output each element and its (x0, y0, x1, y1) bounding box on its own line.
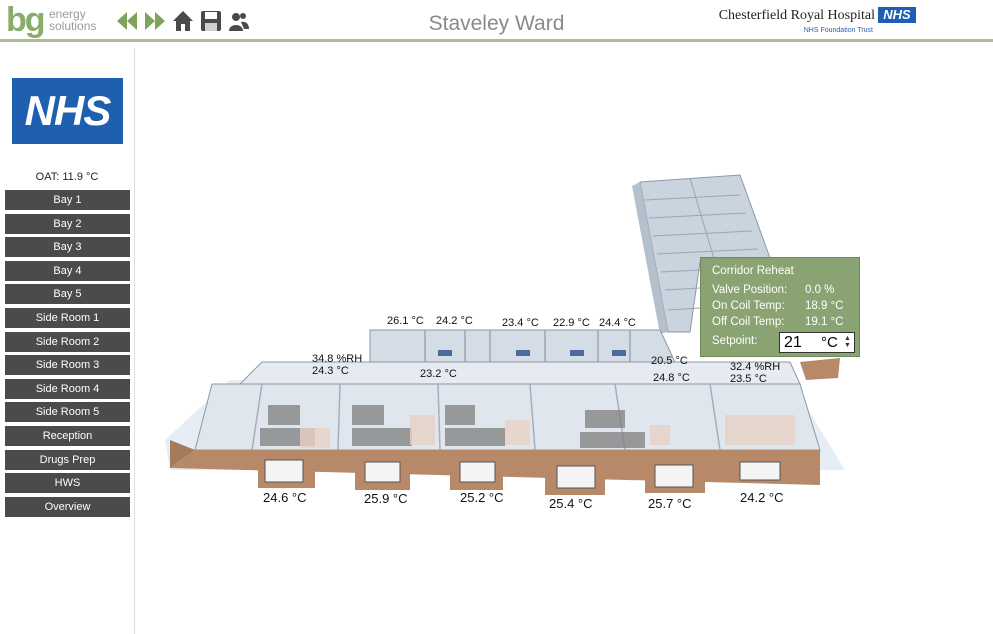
room-temp-rear-5: 24.4 °C (599, 317, 636, 329)
outside-air-temp: OAT: 11.9 °C (35, 171, 99, 183)
setpoint-value: 21 (784, 334, 802, 351)
sidebar-item-side-room-2[interactable]: Side Room 2 (5, 331, 130, 352)
nhs-logo: NHS (12, 78, 123, 144)
on-coil-value: 18.9 °C (805, 300, 844, 312)
sidebar-item-reception[interactable]: Reception (5, 425, 130, 446)
right-humidity: 32.4 %RH (730, 361, 781, 373)
mid-temp-b: 24.8 °C (653, 372, 690, 384)
on-coil-label: On Coil Temp: (712, 300, 785, 312)
hospital-name: Chesterfield Royal Hospital (718, 8, 875, 23)
off-coil-value: 19.1 °C (805, 316, 844, 328)
bay-temp-6: 24.2 °C (740, 490, 784, 505)
sidebar-item-side-room-4[interactable]: Side Room 4 (5, 378, 130, 399)
bay-temp-4: 25.4 °C (549, 496, 593, 511)
sidebar-item-bay-2[interactable]: Bay 2 (5, 213, 130, 234)
spin-down-icon[interactable]: ▼ (843, 342, 852, 349)
left-humidity: 34.8 %RH (312, 353, 363, 365)
popup-title: Corridor Reheat (712, 265, 794, 277)
app-header: bg energy solutions Staveley Ward Cheste… (0, 0, 993, 42)
room-temp-rear-3: 23.4 °C (502, 317, 539, 329)
trust-name: NHS Foundation Trust (803, 27, 873, 34)
sidebar-item-bay-3[interactable]: Bay 3 (5, 237, 130, 258)
bay-temp-1: 24.6 °C (263, 490, 307, 505)
left-temp: 24.3 °C (312, 365, 349, 377)
setpoint-label: Setpoint: (712, 335, 758, 347)
bay-temp-5: 25.7 °C (648, 496, 692, 511)
sidebar-item-overview[interactable]: Overview (5, 496, 130, 517)
corridor-temp: 23.2 °C (420, 368, 457, 380)
room-temp-rear-1: 26.1 °C (387, 315, 424, 327)
room-temp-rear-2: 24.2 °C (436, 315, 473, 327)
room-temp-rear-4: 22.9 °C (553, 317, 590, 329)
sidebar-item-side-room-3[interactable]: Side Room 3 (5, 355, 130, 376)
spin-up-icon[interactable]: ▲ (843, 335, 852, 342)
valve-position-value: 0.0 % (805, 284, 835, 296)
bay-temp-3: 25.2 °C (460, 490, 504, 505)
sidebar-item-side-room-1[interactable]: Side Room 1 (5, 307, 130, 328)
sidebar-item-bay-1[interactable]: Bay 1 (5, 190, 130, 210)
valve-position-label: Valve Position: (712, 284, 788, 296)
bay-temp-2: 25.9 °C (364, 491, 408, 506)
sidebar-menu: Bay 1 Bay 2 Bay 3 Bay 4 Bay 5 Side Room … (5, 190, 130, 520)
sidebar-item-hws[interactable]: HWS (5, 473, 130, 494)
hospital-nhs-badge: NHS (878, 7, 916, 23)
sidebar-item-drugs-prep[interactable]: Drugs Prep (5, 449, 130, 470)
setpoint-spinner[interactable]: ▲ ▼ (843, 335, 852, 350)
sidebar-item-bay-4[interactable]: Bay 4 (5, 260, 130, 281)
mid-temp-a: 20.5 °C (651, 355, 688, 367)
setpoint-input[interactable]: 21 °C ▲ ▼ (779, 332, 855, 353)
setpoint-unit: °C (821, 334, 838, 351)
sidebar: NHS OAT: 11.9 °C Bay 1 Bay 2 Bay 3 Bay 4… (0, 48, 135, 634)
off-coil-label: Off Coil Temp: (712, 316, 785, 328)
right-temp: 23.5 °C (730, 373, 767, 385)
sidebar-item-bay-5[interactable]: Bay 5 (5, 284, 130, 305)
sidebar-item-side-room-5[interactable]: Side Room 5 (5, 402, 130, 423)
